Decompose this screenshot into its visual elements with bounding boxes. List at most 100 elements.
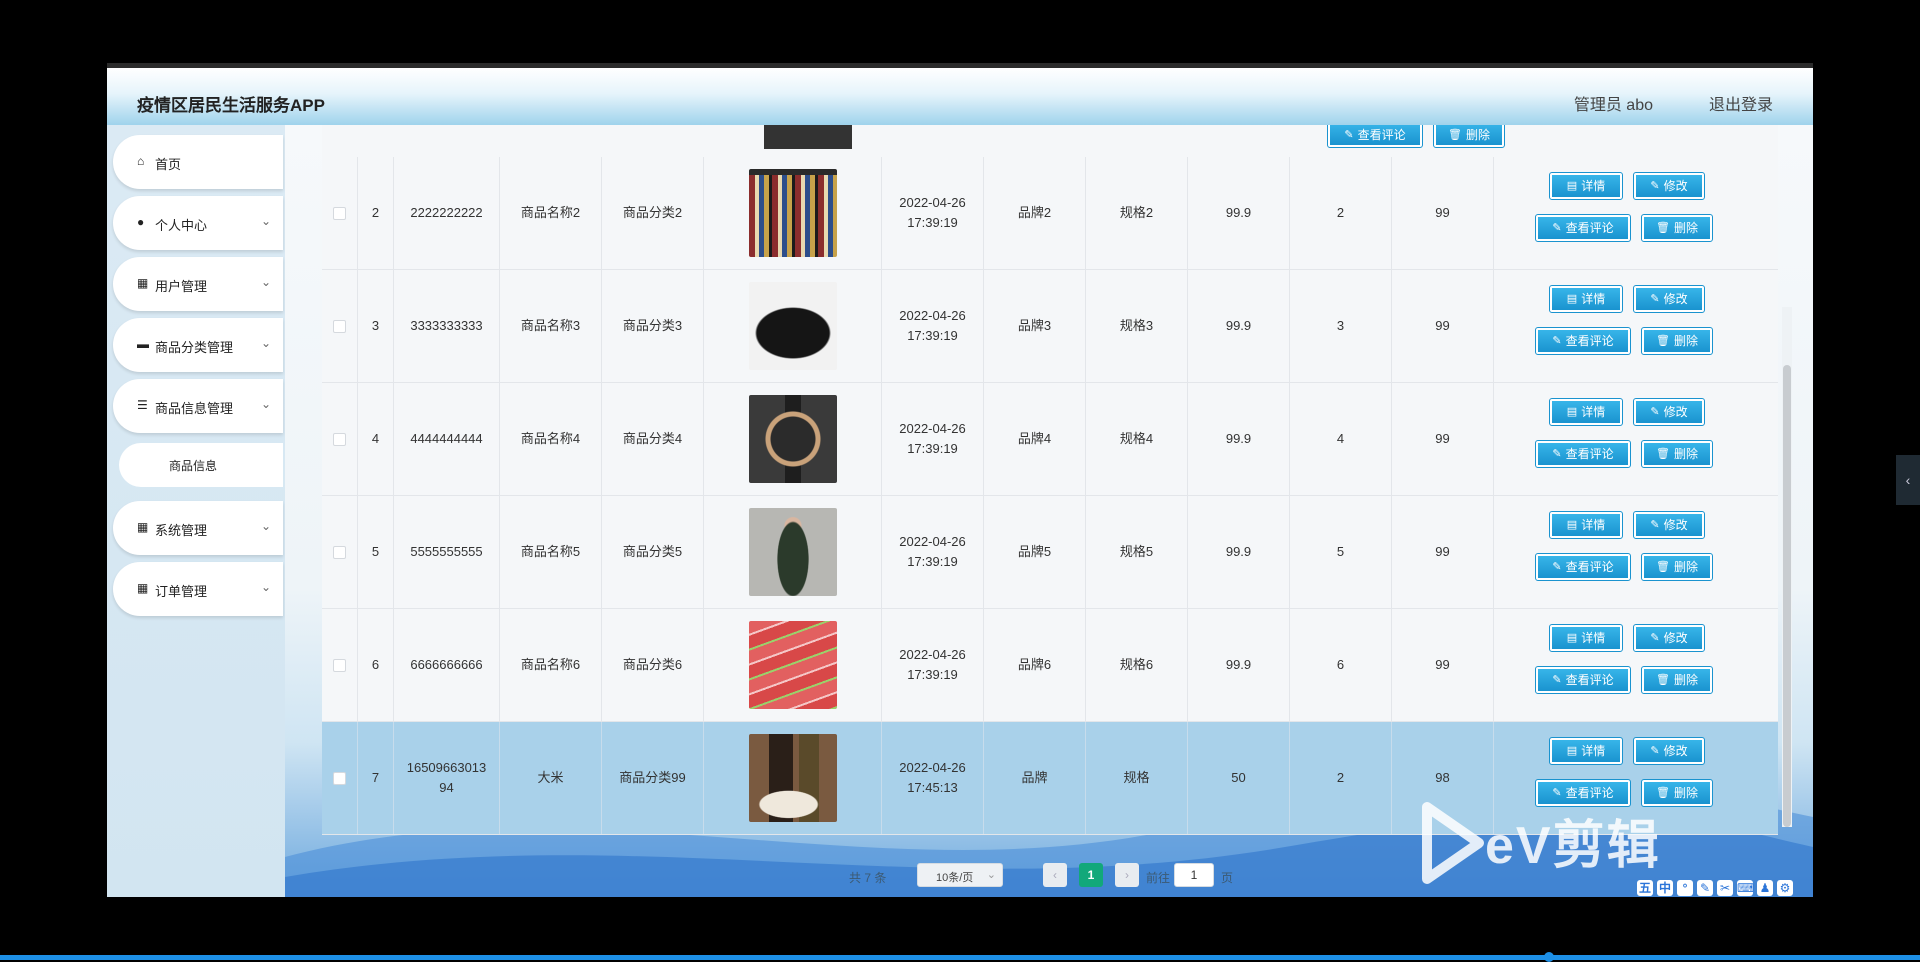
edit-icon: ✎: [1552, 448, 1562, 460]
row-checkbox[interactable]: [333, 432, 346, 446]
side-collapse-tab[interactable]: ‹: [1896, 455, 1920, 505]
row-checkbox[interactable]: [333, 319, 346, 333]
checkbox-cell: [322, 157, 358, 269]
video-progress-bar[interactable]: [0, 955, 1920, 960]
user-icon: ●: [137, 215, 145, 229]
delete-button[interactable]: 🗑 删除: [1641, 440, 1713, 468]
edit-button[interactable]: ✎ 修改: [1633, 737, 1705, 765]
ime-keyboard-icon[interactable]: ⌨: [1737, 880, 1754, 896]
name-cell: 大米: [500, 722, 602, 834]
ime-skin-icon[interactable]: ♟: [1757, 880, 1773, 896]
monitor-icon: ▬: [137, 337, 149, 351]
logout-link[interactable]: 退出登录: [1709, 91, 1773, 115]
sidebar-item-order-management[interactable]: ▦ 订单管理 ⌄: [113, 562, 283, 616]
product-thumbnail: [748, 282, 837, 370]
view-comments-button[interactable]: ✎ 查看评论: [1535, 214, 1631, 242]
table-row[interactable]: 3 3333333333 商品名称3 商品分类3 2022-04-26 17:39:19…: [322, 270, 1778, 383]
sidebar-item-personal-center[interactable]: ● 个人中心 ⌄: [113, 196, 283, 250]
stock-value: 98: [1435, 770, 1450, 785]
detail-button[interactable]: ▤ 详情: [1549, 511, 1623, 539]
table-row[interactable]: 5 5555555555 商品名称5 商品分类5 2022-04-26 17:39:19…: [322, 496, 1778, 609]
table-row[interactable]: 6 6666666666 商品名称6 商品分类6 2022-04-26 17:39:19…: [322, 609, 1778, 722]
sidebar-item-product-management[interactable]: ☰ 商品信息管理 ⌄: [113, 379, 283, 433]
page-size-select[interactable]: 10条/页 ⌄: [917, 863, 1003, 887]
main-content: ✎ 查看评论 🗑 删除 2 2222222222 商品名称2 商品分类2 2022-04-2…: [285, 125, 1813, 897]
delete-button[interactable]: 🗑 删除: [1641, 214, 1713, 242]
view-comments-button[interactable]: ✎ 查看评论: [1535, 327, 1631, 355]
view-comments-button[interactable]: ✎ 查看评论: [1535, 553, 1631, 581]
delete-button[interactable]: 🗑 删除: [1641, 553, 1713, 581]
index-value: 7: [371, 770, 380, 785]
edit-icon: ✎: [1650, 180, 1660, 192]
row-checkbox[interactable]: [333, 545, 346, 559]
ime-settings-icon[interactable]: ⚙: [1777, 880, 1793, 896]
detail-button[interactable]: ▤ 详情: [1549, 172, 1623, 200]
sidebar-item-label: 商品信息管理: [155, 401, 234, 416]
view-comments-button[interactable]: ✎ 查看评论: [1535, 666, 1631, 694]
edit-icon: ✎: [1650, 406, 1660, 418]
table-row[interactable]: 2 2222222222 商品名称2 商品分类2 2022-04-26 17:39:19…: [322, 157, 1778, 270]
edit-button[interactable]: ✎ 修改: [1633, 172, 1705, 200]
row-checkbox[interactable]: [333, 206, 346, 220]
ime-chinese-icon[interactable]: 中: [1657, 880, 1673, 896]
edit-button[interactable]: ✎ 修改: [1633, 511, 1705, 539]
row-checkbox[interactable]: [333, 658, 346, 672]
brand-cell: 品牌6: [984, 609, 1086, 721]
actions-cell: ▤ 详情 ✎ 修改 ✎ 查看评论 🗑 删除: [1494, 383, 1778, 495]
spec-value: 规格4: [1119, 431, 1154, 446]
ime-logo-icon[interactable]: 五: [1637, 880, 1653, 896]
image-cell: [704, 383, 882, 495]
detail-button[interactable]: ▤ 详情: [1549, 285, 1623, 313]
product-thumbnail: [748, 508, 837, 596]
sidebar-item-category-management[interactable]: ▬ 商品分类管理 ⌄: [113, 318, 283, 372]
count-value: 4: [1336, 431, 1345, 446]
sidebar-item-system-management[interactable]: ▦ 系统管理 ⌄: [113, 501, 283, 555]
watermark-text: eV剪辑: [1485, 817, 1661, 875]
index-cell: 4: [358, 383, 394, 495]
row-checkbox[interactable]: [333, 771, 346, 785]
view-comments-button[interactable]: ✎ 查看评论: [1535, 440, 1631, 468]
category-cell: 商品分类5: [602, 496, 704, 608]
sidebar-item-user-management[interactable]: ▦ 用户管理 ⌄: [113, 257, 283, 311]
delete-button[interactable]: 🗑 删除: [1641, 327, 1713, 355]
detail-button[interactable]: ▤ 详情: [1549, 624, 1623, 652]
detail-button[interactable]: ▤ 详情: [1549, 398, 1623, 426]
image-cell: [704, 496, 882, 608]
ime-scissors-icon[interactable]: ✂: [1717, 880, 1733, 896]
sidebar-subitem-product-info[interactable]: 商品信息: [119, 443, 283, 487]
delete-button[interactable]: 🗑 删除: [1433, 125, 1505, 148]
video-progress-handle[interactable]: [1544, 952, 1554, 962]
count-cell: 6: [1290, 609, 1392, 721]
category-cell: 商品分类3: [602, 270, 704, 382]
page-1-button[interactable]: 1: [1079, 863, 1103, 887]
name-value: 商品名称3: [520, 318, 581, 333]
view-comments-button[interactable]: ✎ 查看评论: [1327, 125, 1423, 148]
ime-punct-icon[interactable]: °: [1677, 880, 1693, 896]
time-value: 2022-04-26 17:39:19: [899, 308, 966, 343]
edit-button[interactable]: ✎ 修改: [1633, 624, 1705, 652]
sidebar-item-label: 首页: [155, 157, 182, 172]
edit-button[interactable]: ✎ 修改: [1633, 285, 1705, 313]
scrollbar-thumb[interactable]: [1783, 365, 1791, 827]
sidebar-item-home[interactable]: ⌂ 首页: [113, 135, 283, 189]
next-page-button[interactable]: ›: [1115, 863, 1139, 887]
table-row[interactable]: 4 4444444444 商品名称4 商品分类4 2022-04-26 17:39:19…: [322, 383, 1778, 496]
top-bar: 疫情区居民生活服务APP 管理员 abo 退出登录: [107, 63, 1813, 125]
price-cell: 50: [1188, 722, 1290, 834]
document-icon: ▤: [1566, 180, 1578, 192]
sidebar: ⌂ 首页 ● 个人中心 ⌄ ▦ 用户管理 ⌄ ▬ 商品分类管理 ⌄ ☰ 商品信息…: [107, 125, 285, 897]
sidebar-item-label: 订单管理: [155, 584, 208, 599]
detail-button[interactable]: ▤ 详情: [1549, 737, 1623, 765]
prev-page-button[interactable]: ‹: [1043, 863, 1067, 887]
product-thumbnail: [748, 621, 837, 709]
chevron-down-icon: ⌄: [986, 869, 996, 881]
edit-button[interactable]: ✎ 修改: [1633, 398, 1705, 426]
time-cell: 2022-04-26 17:39:19: [882, 609, 984, 721]
goto-page-input[interactable]: 1: [1174, 863, 1214, 887]
brand-value: 品牌5: [1017, 544, 1052, 559]
ime-pen-icon[interactable]: ✎: [1697, 880, 1713, 896]
time-value: 2022-04-26 17:39:19: [899, 195, 966, 230]
delete-button[interactable]: 🗑 删除: [1641, 666, 1713, 694]
trash-icon: 🗑: [1656, 222, 1670, 234]
stock-value: 99: [1435, 657, 1450, 672]
